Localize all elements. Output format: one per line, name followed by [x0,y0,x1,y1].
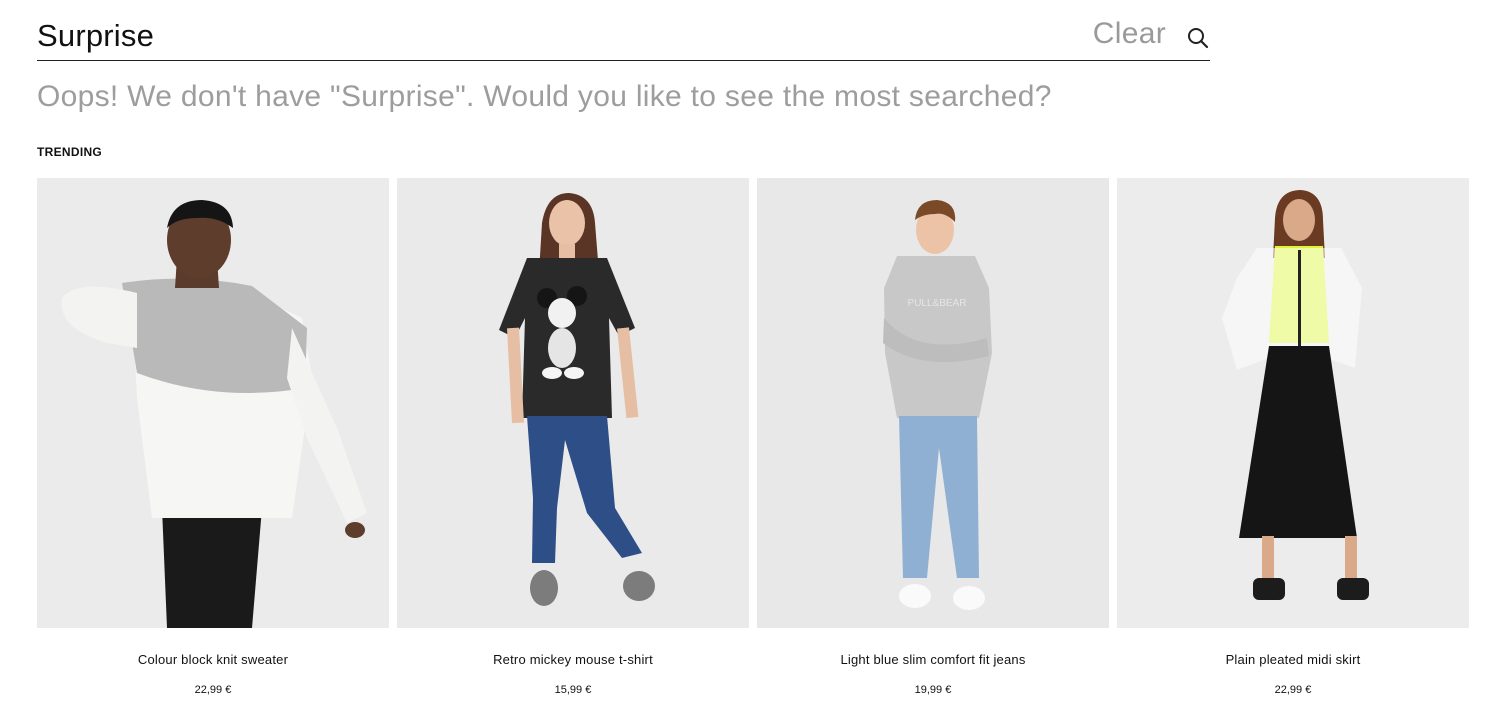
product-card[interactable]: Plain pleated midi skirt 22,99 € [1117,178,1469,708]
search-icon[interactable] [1186,26,1210,50]
product-price: 15,99 € [554,684,592,696]
trending-heading: TRENDING [37,145,103,159]
product-image[interactable] [37,178,389,628]
product-name[interactable]: Plain pleated midi skirt [1117,652,1469,667]
product-price: 22,99 € [194,684,232,696]
product-price: 22,99 € [1274,684,1312,696]
product-image[interactable] [397,178,749,628]
product-name[interactable]: Colour block knit sweater [37,652,389,667]
product-grid: Colour block knit sweater 22,99 € Retro … [37,178,1469,708]
no-results-message: Oops! We don't have "Surprise". Would yo… [37,80,1052,113]
product-price: 19,99 € [914,684,952,696]
product-image[interactable]: PULL&BEAR [757,178,1109,628]
product-card[interactable]: Colour block knit sweater 22,99 € [37,178,389,708]
clear-button[interactable]: Clear [1093,17,1166,51]
search-bar: Clear [37,12,1210,61]
product-card[interactable]: Retro mickey mouse t-shirt 15,99 € [397,178,749,708]
product-card[interactable]: PULL&BEAR Light blue slim comfort fit je… [757,178,1109,708]
svg-text:PULL&BEAR: PULL&BEAR [908,298,967,309]
product-image[interactable] [1117,178,1469,628]
search-input[interactable] [37,16,937,56]
product-name[interactable]: Light blue slim comfort fit jeans [757,652,1109,667]
product-name[interactable]: Retro mickey mouse t-shirt [397,652,749,667]
